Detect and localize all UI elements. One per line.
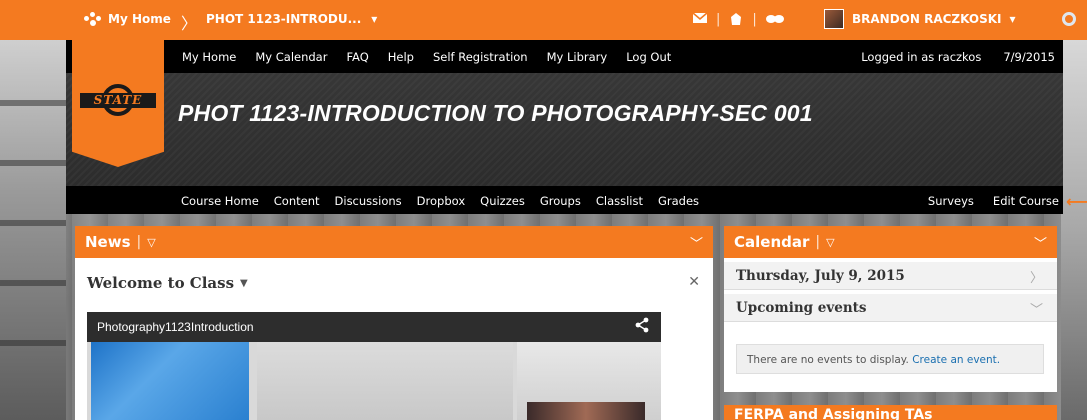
video-frame-center [257, 342, 513, 420]
divider: | [752, 11, 757, 27]
chevron-right-icon: 〉 [1029, 271, 1043, 286]
news-item-label: Welcome to Class [87, 274, 235, 292]
ferpa-widget-header: FERPA and Assigning TAs [724, 405, 1057, 420]
nav-faq[interactable]: FAQ [346, 50, 368, 64]
course-navbar: Course Home Content Discussions Dropbox … [66, 186, 1063, 214]
chevron-down-icon: ▾ [1009, 12, 1016, 26]
arrow-left-icon: ⟵ [1066, 192, 1087, 211]
no-events-text: There are no events to display. [747, 354, 909, 366]
video-title: Photography1123Introduction [97, 320, 254, 334]
tab-discussions[interactable]: Discussions [335, 194, 402, 208]
avatar [824, 9, 844, 29]
nav-help[interactable]: Help [388, 50, 414, 64]
news-header: News | ▽ ﹀ [75, 226, 713, 258]
user-name: BRANDON RACZKOSKI [852, 12, 1002, 26]
ferpa-title: FERPA and Assigning TAs [734, 407, 933, 420]
course-nav-left: Course Home Content Discussions Dropbox … [181, 194, 699, 208]
nav-my-calendar[interactable]: My Calendar [255, 50, 327, 64]
news-widget: News | ▽ ﹀ Welcome to Class ▼ ✕ Photogra… [75, 226, 713, 420]
video-title-bar: Photography1123Introduction [87, 312, 661, 342]
gear-icon[interactable] [1062, 12, 1076, 26]
university-logo: STATE [80, 80, 156, 120]
chevron-down-icon: ▾ [371, 12, 378, 26]
background-building-left [0, 40, 66, 420]
alerts-icon[interactable] [728, 11, 744, 27]
tab-course-home[interactable]: Course Home [181, 194, 259, 208]
background-building-right [1061, 40, 1087, 420]
close-icon[interactable]: ✕ [688, 274, 700, 290]
breadcrumb-separator-icon: 〉 [181, 14, 198, 33]
navbar-links: My Home My Calendar FAQ Help Self Regist… [182, 50, 671, 64]
calendar-title: Calendar [734, 233, 810, 251]
no-events-message: There are no events to display. Create a… [736, 344, 1044, 374]
create-event-link[interactable]: Create an event. [912, 354, 1000, 366]
news-item-title[interactable]: Welcome to Class ▼ [87, 274, 248, 292]
nav-self-registration[interactable]: Self Registration [433, 50, 528, 64]
collapse-chevron-icon[interactable]: ﹀ [1034, 233, 1047, 252]
tab-edit-course[interactable]: Edit Course [993, 194, 1059, 208]
logged-in-text: Logged in as raczkos [861, 50, 982, 64]
divider: | [815, 234, 821, 250]
nav-log-out[interactable]: Log Out [626, 50, 671, 64]
video-frame-blue [91, 342, 249, 420]
upcoming-events-label: Upcoming events [736, 300, 867, 316]
course-header: My Home My Calendar FAQ Help Self Regist… [66, 40, 1063, 186]
notification-icons: | | [692, 11, 785, 27]
top-minibar: My Home 〉 PHOT 1123-INTRODU... ▾ | | BRA… [0, 0, 1087, 40]
chevron-down-icon: ﹀ [1029, 303, 1043, 318]
user-menu[interactable]: BRANDON RACZKOSKI ▾ [824, 9, 1016, 29]
nav-my-home[interactable]: My Home [182, 50, 236, 64]
video-player[interactable]: Photography1123Introduction [87, 312, 661, 420]
course-nav-right: Surveys Edit Course [928, 194, 1059, 208]
news-title: News [85, 233, 131, 251]
main-navbar: My Home My Calendar FAQ Help Self Regist… [66, 40, 1063, 73]
current-date: 7/9/2015 [1003, 50, 1055, 64]
calendar-date-row[interactable]: Thursday, July 9, 2015 〉 [724, 262, 1057, 290]
my-home-label: My Home [108, 12, 171, 26]
widget-menu-icon[interactable]: ▽ [826, 236, 834, 249]
collapse-chevron-icon[interactable]: ﹀ [690, 233, 703, 252]
widget-menu-icon[interactable]: ▽ [147, 236, 155, 249]
upcoming-events-row[interactable]: Upcoming events ﹀ [724, 294, 1057, 322]
share-icon[interactable] [635, 317, 649, 333]
nav-my-library[interactable]: My Library [547, 50, 608, 64]
tab-classlist[interactable]: Classlist [596, 194, 643, 208]
course-selector-label: PHOT 1123-INTRODU... [206, 12, 362, 26]
logo-word: STATE [80, 93, 156, 108]
calendar-widget: Calendar | ▽ ﹀ Thursday, July 9, 2015 〉 … [724, 226, 1057, 392]
tab-content[interactable]: Content [274, 194, 320, 208]
tab-quizzes[interactable]: Quizzes [480, 194, 525, 208]
divider: | [136, 234, 142, 250]
university-logo-banner[interactable]: STATE [72, 40, 164, 167]
tab-surveys[interactable]: Surveys [928, 194, 974, 208]
divider: | [716, 11, 721, 27]
page-title: PHOT 1123-INTRODUCTION TO PHOTOGRAPHY-SE… [178, 100, 813, 126]
tab-grades[interactable]: Grades [658, 194, 699, 208]
my-home-link[interactable]: My Home [84, 12, 171, 26]
chevron-down-icon[interactable]: ▼ [240, 278, 248, 289]
paw-icon [84, 12, 102, 26]
video-frame-thumbnail [527, 402, 645, 420]
login-info: Logged in as raczkos 7/9/2015 [861, 50, 1055, 64]
mail-icon[interactable] [692, 12, 708, 26]
calendar-date-label: Thursday, July 9, 2015 [736, 268, 905, 284]
chat-icon[interactable] [765, 13, 785, 25]
calendar-header: Calendar | ▽ ﹀ [724, 226, 1057, 258]
tab-dropbox[interactable]: Dropbox [417, 194, 465, 208]
course-selector[interactable]: PHOT 1123-INTRODU... ▾ [206, 12, 377, 26]
tab-groups[interactable]: Groups [540, 194, 581, 208]
